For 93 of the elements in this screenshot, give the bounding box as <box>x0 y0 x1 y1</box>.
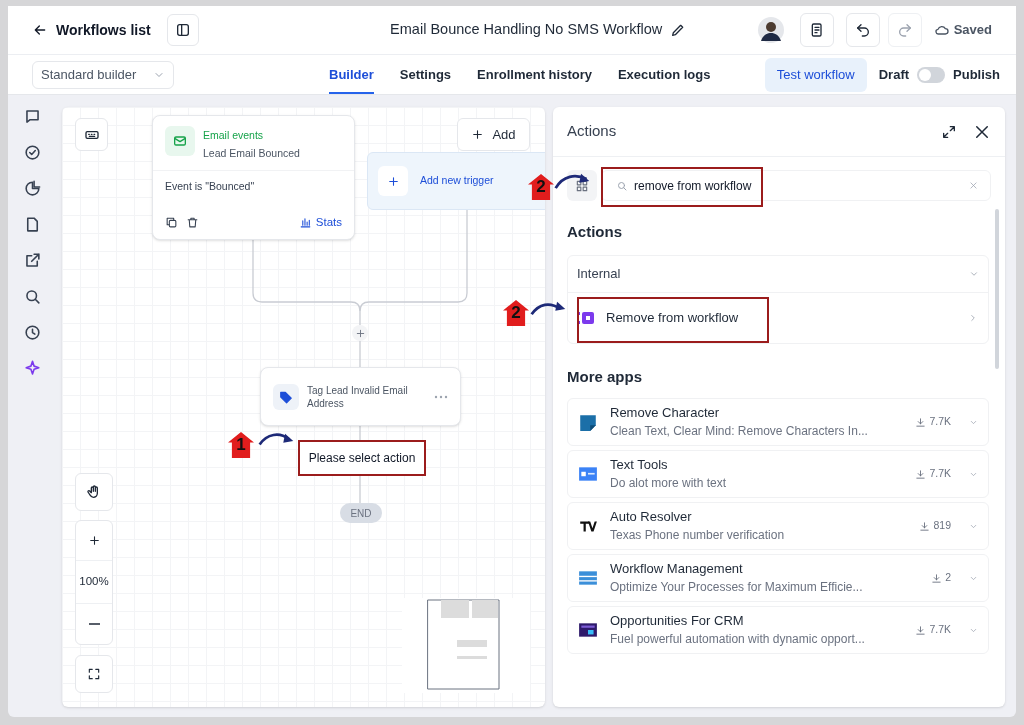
app-description: Clean Text, Clear Mind: Remove Characters In... <box>610 423 869 440</box>
app-name: Workflow Management <box>610 560 744 578</box>
connector-line <box>359 340 361 368</box>
action-card[interactable]: Tag Lead Invalid Email Address <box>260 367 461 426</box>
tab[interactable]: Enrollment history <box>477 55 592 94</box>
category-grid-button[interactable] <box>567 170 597 201</box>
plus-icon <box>386 174 400 188</box>
connector-line <box>359 425 361 441</box>
app-card[interactable]: Workflow Management Optimize Your Processes for Maximum Efficie... 2 <box>567 554 989 602</box>
publish-label: Publish <box>953 65 1000 84</box>
section-heading: More apps <box>567 366 643 387</box>
plus-icon <box>354 327 366 339</box>
download-icon <box>915 624 927 636</box>
scrollbar-thumb[interactable] <box>995 209 999 369</box>
app-card[interactable]: Remove Character Clean Text, Clear Mind: Remove Characters In... 7.7K <box>567 398 989 446</box>
action-item[interactable]: Remove from workflow <box>568 292 988 343</box>
tag-icon <box>279 389 293 404</box>
download-icon <box>931 572 943 584</box>
app-name: Text Tools <box>610 456 669 474</box>
download-count: 2 <box>945 570 951 586</box>
app-name: Remove Character <box>610 404 721 422</box>
app-card[interactable]: Opportunities For CRM Fuel powerful automation with dynamic opport... 7.7K <box>567 606 989 654</box>
builder-select[interactable]: Standard builder <box>32 60 174 89</box>
back-arrow-icon <box>32 22 48 38</box>
tab[interactable]: Execution logs <box>617 55 711 94</box>
download-icon <box>919 520 931 532</box>
check-circle-icon[interactable] <box>22 143 42 162</box>
sidebar-icon <box>174 22 191 38</box>
trigger-category: Email events <box>203 128 265 143</box>
chevron-right-icon <box>968 312 978 323</box>
trigger-name: Lead Email Bounced <box>203 146 300 161</box>
app-name: Opportunities For CRM <box>610 612 745 630</box>
test-workflow-button[interactable]: Test workflow <box>764 57 867 92</box>
avatar <box>757 17 784 43</box>
trash-icon[interactable] <box>186 215 199 229</box>
connector-line <box>359 475 361 504</box>
undo-icon <box>854 22 871 38</box>
panel-title: Actions <box>567 121 618 142</box>
tab[interactable]: Builder <box>329 55 374 94</box>
download-icon <box>915 416 927 428</box>
zoom-level: 100% <box>76 561 112 604</box>
download-count: 7.7K <box>929 622 951 638</box>
add-step-button[interactable] <box>352 325 368 341</box>
expand-icon[interactable] <box>941 123 957 140</box>
keyboard-button[interactable] <box>75 118 108 151</box>
minus-icon <box>88 623 100 625</box>
app-card[interactable]: Auto Resolver Texas Phone number verification 819 <box>567 502 989 550</box>
sparkle-icon[interactable] <box>22 359 42 378</box>
exit-flow-icon <box>578 310 594 325</box>
workflow-title: Email Bounce Handling No SMS Workflow <box>390 20 663 40</box>
end-marker: END <box>340 503 382 523</box>
redo-icon <box>896 22 913 38</box>
app-name: Auto Resolver <box>610 508 693 526</box>
app-card[interactable]: Text Tools Do alot more with text 7.7K <box>567 450 989 498</box>
download-count: 819 <box>933 518 951 534</box>
app-description: Texas Phone number verification <box>610 527 786 544</box>
sidebar-toggle-button[interactable] <box>166 14 199 46</box>
stats-button[interactable]: Stats <box>298 213 342 231</box>
add-button[interactable]: Add <box>457 118 530 151</box>
search-input[interactable]: remove from workflow <box>634 176 963 195</box>
category-header[interactable]: Internal <box>568 255 988 293</box>
mail-icon <box>172 133 188 149</box>
search-icon <box>616 179 628 192</box>
bar-chart-icon <box>298 215 312 229</box>
app-description: Do alot more with text <box>610 475 728 492</box>
app-description: Fuel powerful automation with dynamic opport... <box>610 631 866 648</box>
back-link[interactable]: Workflows list <box>32 19 151 41</box>
download-count: 7.7K <box>929 466 951 482</box>
download-icon <box>915 468 927 480</box>
plus-icon <box>87 534 101 547</box>
pan-button[interactable] <box>75 473 113 511</box>
save-status: Saved <box>953 21 992 40</box>
document-app-icon <box>578 412 598 432</box>
notes-button[interactable] <box>799 13 834 47</box>
pending-step[interactable]: Please select action <box>298 440 426 476</box>
screen-app-icon <box>578 620 598 640</box>
list-app-icon <box>578 568 598 588</box>
text-app-icon <box>578 464 598 484</box>
app-description: Optimize Your Processes for Maximum Efficie... <box>610 579 864 596</box>
tab[interactable]: Settings <box>399 55 452 94</box>
pie-chart-icon[interactable] <box>22 179 42 198</box>
action-name: Tag Lead Invalid Email Address <box>307 383 409 410</box>
expand-icon <box>87 667 101 681</box>
draft-label: Draft <box>878 65 910 84</box>
section-heading: Actions <box>567 222 623 242</box>
undo-button[interactable] <box>845 13 880 47</box>
publish-toggle[interactable] <box>917 66 946 83</box>
copy-icon[interactable] <box>165 215 178 229</box>
download-count: 7.7K <box>929 414 951 430</box>
trigger-card[interactable]: Email events Lead Email Bounced Event is "Bounced" Stats <box>152 115 355 240</box>
trigger-condition: Event is "Bounced" <box>164 179 256 194</box>
plus-icon <box>471 128 485 141</box>
clock-icon[interactable] <box>22 323 42 342</box>
